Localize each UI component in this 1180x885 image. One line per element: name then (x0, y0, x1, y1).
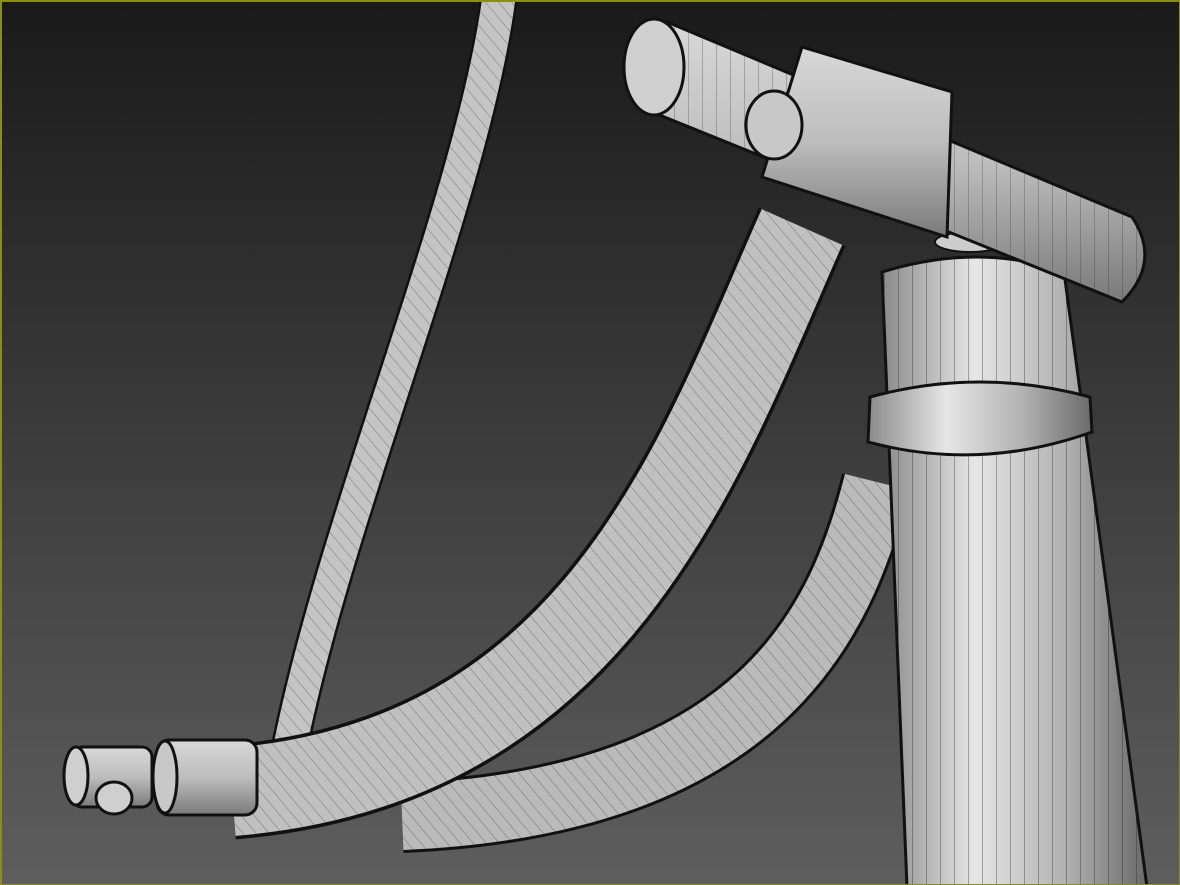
pin-cap (744, 89, 804, 161)
viewport-canvas[interactable] (2, 2, 1180, 885)
3d-viewport[interactable] (0, 0, 1180, 885)
end-connectors (62, 738, 259, 817)
top-cylinder-cap (622, 17, 686, 117)
pillar-collar (866, 380, 1094, 457)
